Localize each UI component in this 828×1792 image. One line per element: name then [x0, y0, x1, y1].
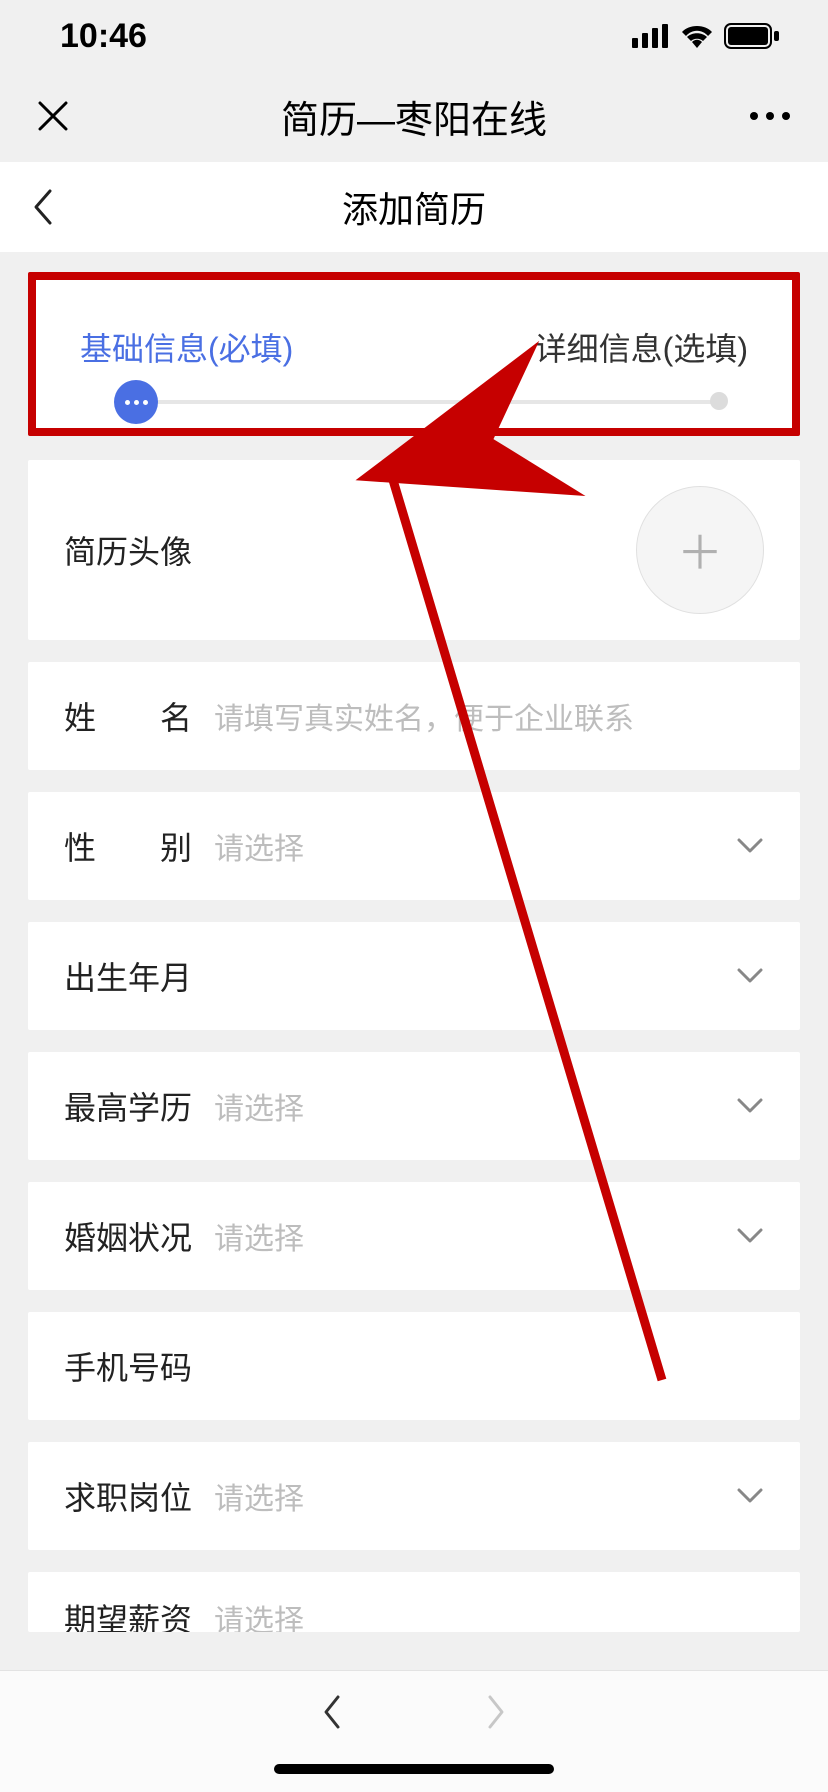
- plus-icon: ＋: [677, 517, 723, 583]
- field-phone-label: 手机号码: [64, 1343, 214, 1389]
- step-dot-inactive: [710, 392, 728, 410]
- sub-header: 添加简历: [0, 162, 828, 252]
- title-bar: 简历—枣阳在线: [0, 72, 828, 160]
- field-gender-placeholder: 请选择: [214, 824, 764, 868]
- field-avatar[interactable]: 简历头像 ＋: [28, 460, 800, 640]
- field-education[interactable]: 最高学历 请选择: [28, 1052, 800, 1160]
- field-avatar-label: 简历头像: [64, 527, 214, 573]
- step-track: [80, 390, 748, 412]
- step-line: [130, 400, 718, 404]
- nav-forward-button[interactable]: [484, 1691, 510, 1733]
- status-icons: [632, 23, 780, 49]
- chevron-down-icon: [736, 1227, 764, 1245]
- back-button[interactable]: [30, 187, 54, 227]
- field-birth-label: 出生年月: [64, 953, 214, 999]
- field-job-placeholder: 请选择: [214, 1474, 764, 1518]
- field-salary-label: 期望薪资: [64, 1595, 214, 1632]
- field-job[interactable]: 求职岗位 请选择: [28, 1442, 800, 1550]
- field-name-label: 姓 名: [64, 693, 214, 739]
- wifi-icon: [680, 24, 714, 48]
- page-title: 简历—枣阳在线: [281, 89, 547, 144]
- more-button[interactable]: [748, 110, 792, 122]
- chevron-down-icon: [736, 1487, 764, 1505]
- chevron-down-icon: [736, 1097, 764, 1115]
- step-basic-label[interactable]: 基础信息(必填): [80, 324, 293, 370]
- add-avatar-button[interactable]: ＋: [636, 486, 764, 614]
- field-phone[interactable]: 手机号码: [28, 1312, 800, 1420]
- battery-icon: [724, 23, 780, 49]
- status-time: 10:46: [60, 17, 147, 56]
- nav-back-button[interactable]: [318, 1691, 344, 1733]
- stepper-card: 基础信息(必填) 详细信息(选填): [28, 272, 800, 436]
- field-gender[interactable]: 性 别 请选择: [28, 792, 800, 900]
- field-birth[interactable]: 出生年月: [28, 922, 800, 1030]
- field-name-placeholder: 请填写真实姓名，便于企业联系: [214, 694, 764, 738]
- sub-title: 添加简历: [342, 181, 486, 233]
- field-marriage-label: 婚姻状况: [64, 1213, 214, 1259]
- field-name[interactable]: 姓 名 请填写真实姓名，便于企业联系: [28, 662, 800, 770]
- field-education-label: 最高学历: [64, 1083, 214, 1129]
- field-salary-placeholder: 请选择: [214, 1596, 764, 1632]
- field-salary[interactable]: 期望薪资 请选择: [28, 1572, 800, 1632]
- field-job-label: 求职岗位: [64, 1473, 214, 1519]
- field-marriage-placeholder: 请选择: [214, 1214, 764, 1258]
- chevron-down-icon: [736, 837, 764, 855]
- status-bar: 10:46: [0, 0, 828, 72]
- step-detail-label[interactable]: 详细信息(选填): [535, 324, 748, 370]
- step-dot-active: [114, 380, 158, 424]
- field-education-placeholder: 请选择: [214, 1084, 764, 1128]
- home-indicator[interactable]: [274, 1764, 554, 1774]
- chevron-down-icon: [736, 967, 764, 985]
- field-marriage[interactable]: 婚姻状况 请选择: [28, 1182, 800, 1290]
- cellular-icon: [632, 24, 670, 48]
- field-gender-label: 性 别: [64, 823, 214, 869]
- close-button[interactable]: [36, 99, 70, 133]
- bottom-nav: [0, 1670, 828, 1792]
